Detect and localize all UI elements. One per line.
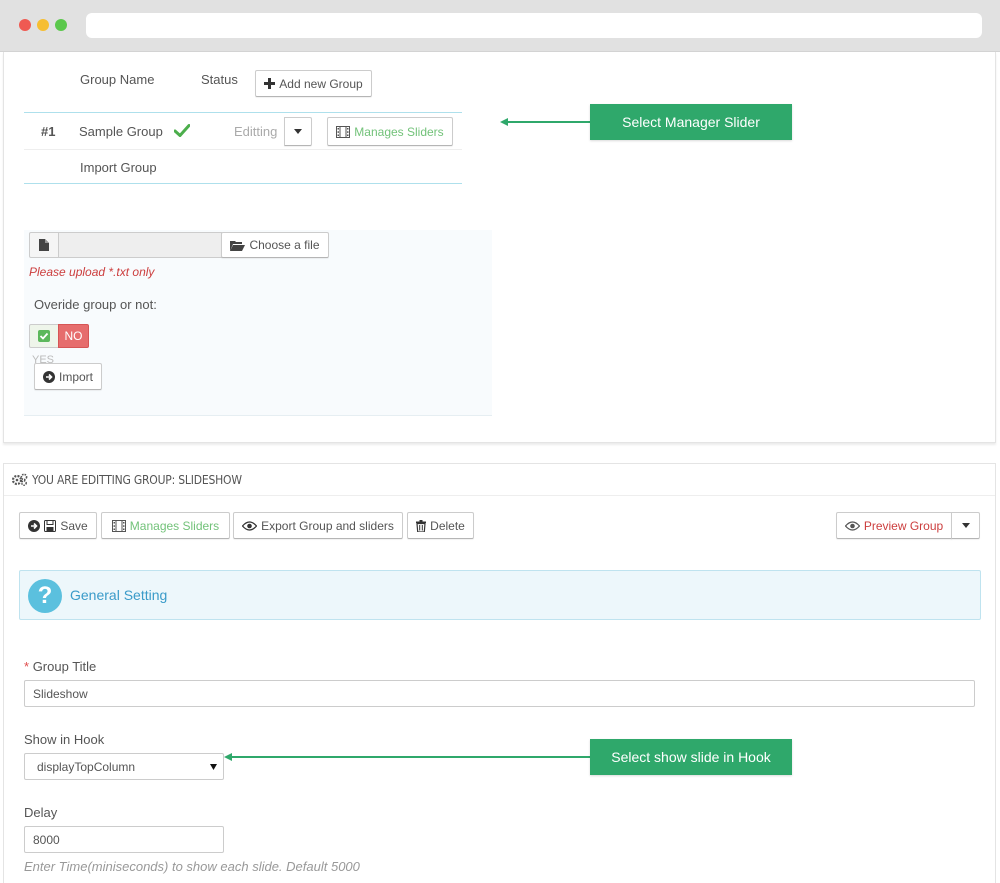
circle-arrow-right-icon — [28, 519, 41, 532]
file-icon — [29, 232, 59, 258]
folder-open-icon — [230, 240, 246, 251]
status-dropdown-button[interactable] — [284, 117, 312, 146]
status-select-value[interactable]: Editting — [234, 124, 277, 139]
header-status: Status — [201, 72, 238, 87]
edit-group-header: YOU ARE EDITTING GROUP: SLIDESHOW — [4, 464, 995, 496]
eye-icon — [242, 520, 258, 531]
plus-icon — [264, 78, 276, 89]
override-label: Overide group or not: — [34, 297, 157, 312]
checkbox-checked-icon — [38, 330, 50, 342]
edit-group-title: YOU ARE EDITTING GROUP: SLIDESHOW — [32, 472, 242, 487]
browser-chrome — [0, 0, 1000, 52]
add-new-group-label: Add new Group — [279, 76, 363, 91]
header-group-name: Group Name — [80, 72, 155, 87]
table-top-border — [24, 112, 462, 113]
caret-down-icon — [961, 523, 970, 528]
save-label: Save — [60, 518, 88, 533]
general-setting-panel[interactable]: ? General Setting — [19, 570, 981, 620]
group-title-label-text: Group Title — [32, 659, 97, 674]
question-icon: ? — [28, 579, 62, 613]
import-button[interactable]: Import — [34, 363, 102, 390]
delete-button[interactable]: Delete — [407, 512, 474, 539]
import-group-heading: Import Group — [80, 160, 157, 175]
circle-arrow-right-icon — [42, 370, 55, 383]
upload-warning: Please upload *.txt only — [29, 265, 155, 279]
export-group-button[interactable]: Export Group and sliders — [233, 512, 403, 539]
callout-arrow — [506, 121, 590, 123]
film-icon — [111, 519, 126, 532]
override-toggle-no[interactable]: NO — [58, 324, 89, 348]
preview-group-label: Preview Group — [863, 518, 944, 533]
film-icon — [336, 125, 351, 138]
delay-hint: Enter Time(miniseconds) to show each sli… — [24, 859, 360, 874]
row-index: #1 — [41, 124, 56, 139]
delete-label: Delete — [430, 518, 465, 533]
group-name-cell[interactable]: Sample Group — [79, 124, 163, 139]
delay-input[interactable]: 8000 — [24, 826, 224, 853]
show-in-hook-select[interactable]: displayTopColumn — [24, 753, 224, 780]
address-bar[interactable] — [86, 13, 982, 38]
eye-icon — [844, 520, 860, 531]
row-divider — [24, 149, 462, 150]
delay-label: Delay — [24, 805, 58, 820]
window-close-icon[interactable] — [19, 19, 31, 31]
show-in-hook-label: Show in Hook — [24, 732, 105, 747]
add-new-group-button[interactable]: Add new Group — [255, 70, 372, 97]
file-path-input[interactable] — [58, 232, 222, 258]
check-icon — [174, 124, 190, 137]
group-list-panel: Group Name Status Add new Group #1 Sampl… — [3, 52, 996, 443]
window-maximize-icon[interactable] — [55, 19, 67, 31]
callout-select-manager-slider: Select Manager Slider — [590, 104, 792, 140]
caret-down-icon — [294, 129, 302, 134]
show-in-hook-value: displayTopColumn — [37, 759, 136, 774]
edit-group-panel: YOU ARE EDITTING GROUP: SLIDESHOW Save M… — [3, 463, 996, 883]
floppy-icon — [44, 519, 57, 532]
choose-file-label: Choose a file — [249, 238, 320, 252]
window-minimize-icon[interactable] — [37, 19, 49, 31]
group-title-input[interactable]: Slideshow — [24, 680, 975, 707]
save-button[interactable]: Save — [19, 512, 97, 539]
callout-select-show-slide-in-hook: Select show slide in Hook — [590, 739, 792, 775]
toolbar-manages-sliders-button[interactable]: Manages Sliders — [101, 512, 230, 539]
toolbar-manages-sliders-label: Manages Sliders — [129, 518, 220, 533]
cogs-icon — [12, 473, 28, 486]
general-setting-heading: General Setting — [70, 587, 168, 603]
import-form: Choose a file Please upload *.txt only O… — [24, 230, 492, 416]
preview-group-button[interactable]: Preview Group — [836, 512, 952, 539]
preview-dropdown-button[interactable] — [951, 512, 980, 539]
manages-sliders-label: Manages Sliders — [354, 124, 444, 139]
import-label: Import — [58, 369, 93, 384]
trash-icon — [416, 519, 427, 532]
choose-file-button[interactable]: Choose a file — [221, 232, 329, 258]
callout-arrow — [230, 756, 590, 758]
table-bottom-border — [24, 183, 462, 184]
caret-down-icon — [210, 764, 217, 770]
group-title-label: * Group Title — [24, 659, 96, 674]
override-toggle-yes[interactable] — [29, 324, 59, 348]
required-mark: * — [24, 659, 30, 674]
manages-sliders-button[interactable]: Manages Sliders — [327, 117, 453, 146]
export-label: Export Group and sliders — [261, 518, 394, 533]
